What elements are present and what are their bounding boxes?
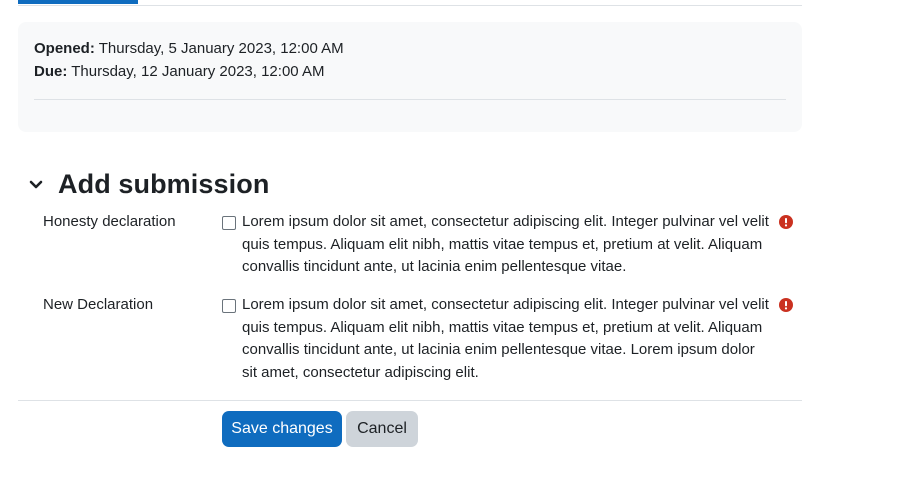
honesty-declaration-text: Lorem ipsum dolor sit amet, consectetur … <box>242 213 769 276</box>
activity-dates-panel: Opened: Thursday, 5 January 2023, 12:00 … <box>18 22 802 132</box>
active-tab-indicator[interactable] <box>18 0 138 4</box>
tab-strip <box>18 0 802 6</box>
honesty-declaration-label: Honesty declaration <box>43 213 176 230</box>
save-changes-button[interactable]: Save changes <box>222 411 342 447</box>
chevron-down-icon <box>29 180 43 189</box>
due-label: Due: <box>34 63 68 80</box>
cancel-button[interactable]: Cancel <box>346 411 418 447</box>
due-date: Due: Thursday, 12 January 2023, 12:00 AM <box>34 62 324 82</box>
opened-date: Opened: Thursday, 5 January 2023, 12:00 … <box>34 39 344 59</box>
exclamation-circle-icon <box>779 215 793 229</box>
new-declaration-text: Lorem ipsum dolor sit amet, consectetur … <box>242 296 769 382</box>
new-declaration-checkbox[interactable] <box>222 299 236 313</box>
due-value: Thursday, 12 January 2023, 12:00 AM <box>71 63 325 80</box>
panel-divider <box>34 99 786 100</box>
assignment-page: Opened: Thursday, 5 January 2023, 12:00 … <box>0 0 901 479</box>
section-title: Add submission <box>58 169 270 199</box>
exclamation-circle-icon <box>779 298 793 312</box>
form-divider <box>18 400 802 401</box>
opened-value: Thursday, 5 January 2023, 12:00 AM <box>98 40 344 57</box>
section-collapse-toggle[interactable] <box>24 172 48 198</box>
new-declaration-label: New Declaration <box>43 296 154 313</box>
opened-label: Opened: <box>34 40 95 57</box>
honesty-declaration-checkbox[interactable] <box>222 216 236 230</box>
